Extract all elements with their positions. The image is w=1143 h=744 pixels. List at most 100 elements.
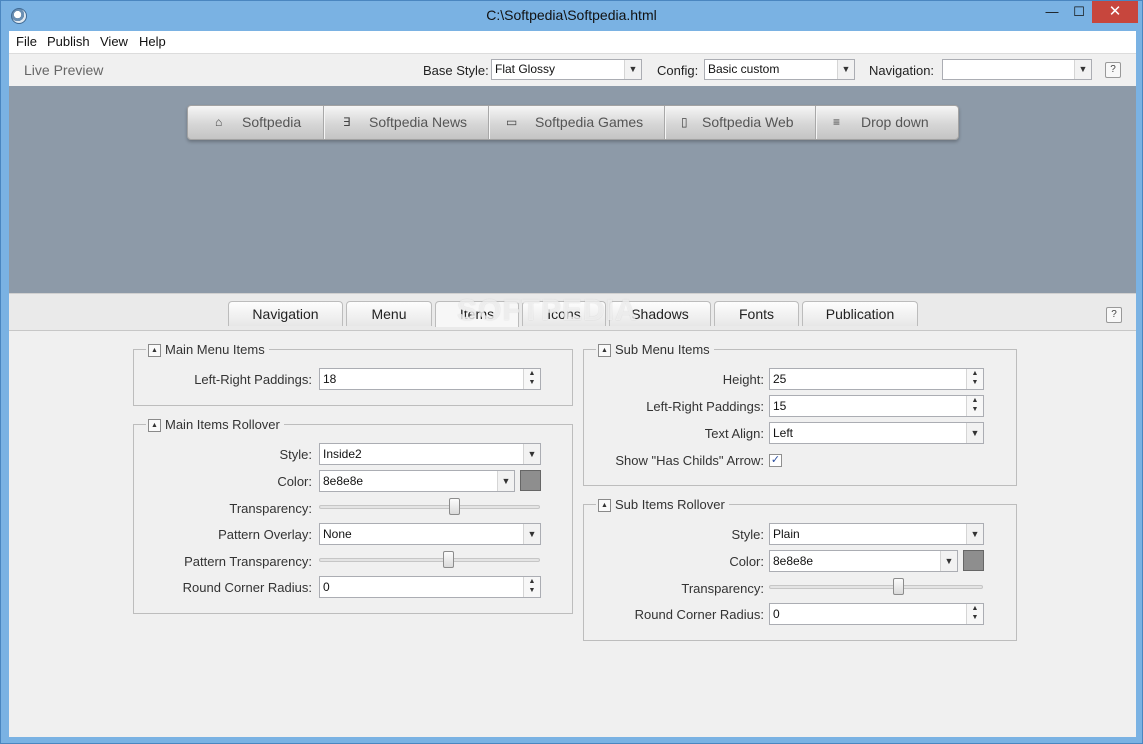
slider-thumb[interactable] <box>443 551 454 568</box>
navigation-select[interactable]: ▼ <box>942 59 1092 80</box>
main-paddings-spinner[interactable]: 18 ▲ ▼ <box>319 368 541 390</box>
main-radius-label: Round Corner Radius: <box>182 580 312 595</box>
chevron-down-icon[interactable]: ▼ <box>624 60 641 79</box>
sub-radius-spinner[interactable]: 0 ▲ ▼ <box>769 603 984 625</box>
main-color-label: Color: <box>277 474 312 489</box>
sub-height-label: Height: <box>722 372 764 387</box>
main-color-select[interactable]: 8e8e8e ▼ <box>319 470 515 492</box>
sub-transparency-label: Transparency: <box>681 581 764 596</box>
nav-item-softpedia-games[interactable]: ▭ Softpedia Games <box>489 106 665 139</box>
group-title-main-menu-items: Main Menu Items <box>165 342 265 357</box>
window-title: C:\Softpedia\Softpedia.html <box>486 7 657 23</box>
main-style-label: Style: <box>279 447 312 462</box>
chevron-down-icon[interactable]: ▼ <box>940 551 957 571</box>
main-transparency-label: Transparency: <box>229 501 312 516</box>
collapse-icon[interactable]: ▲ <box>598 344 611 358</box>
collapse-icon[interactable]: ▲ <box>148 344 161 358</box>
preview-navbar: ⌂ Softpedia ∃ Softpedia News ▭ Softpedia… <box>187 105 959 140</box>
sub-style-label: Style: <box>731 527 764 542</box>
slider-thumb[interactable] <box>449 498 460 515</box>
group-title-sub-menu-items: Sub Menu Items <box>615 342 710 357</box>
slider-thumb[interactable] <box>893 578 904 595</box>
collapse-icon[interactable]: ▲ <box>598 499 611 513</box>
chevron-down-icon[interactable]: ▼ <box>523 444 540 464</box>
sub-style-select[interactable]: Plain ▼ <box>769 523 984 545</box>
monitor-icon: ▭ <box>506 115 518 129</box>
minimize-button[interactable]: — <box>1037 1 1067 23</box>
sub-height-spinner[interactable]: 25 ▲ ▼ <box>769 368 984 390</box>
sub-transparency-slider[interactable] <box>769 578 983 596</box>
tab-bar: Navigation Menu Items Icons Shadows Font… <box>9 294 1136 331</box>
tab-navigation[interactable]: Navigation <box>228 301 343 326</box>
group-title-main-items-rollover: Main Items Rollover <box>165 417 280 432</box>
chevron-down-icon[interactable]: ▼ <box>966 423 983 443</box>
help-button[interactable]: ? <box>1106 307 1122 323</box>
group-title-sub-items-rollover: Sub Items Rollover <box>615 497 725 512</box>
chevron-down-icon[interactable]: ▼ <box>523 524 540 544</box>
title-bar: C:\Softpedia\Softpedia.html — ☐ ✕ <box>1 1 1142 31</box>
nav-item-softpedia[interactable]: ⌂ Softpedia <box>188 106 324 139</box>
chevron-down-icon[interactable]: ▼ <box>837 60 854 79</box>
tab-menu[interactable]: Menu <box>346 301 432 326</box>
sub-color-label: Color: <box>729 554 764 569</box>
menu-view[interactable]: View <box>100 34 128 49</box>
help-button[interactable]: ? <box>1105 62 1121 78</box>
sub-text-align-select[interactable]: Left ▼ <box>769 422 984 444</box>
main-pattern-transparency-slider[interactable] <box>319 551 540 569</box>
spin-arrows-icon[interactable]: ▲ ▼ <box>966 396 983 416</box>
main-pattern-overlay-label: Pattern Overlay: <box>218 527 312 542</box>
base-style-label: Base Style: <box>423 63 489 78</box>
toolbar: Live Preview Base Style: Flat Glossy ▼ C… <box>9 53 1136 86</box>
main-items-rollover-group: ▲ Main Items Rollover Style: Inside2 ▼ Co… <box>133 417 573 614</box>
nav-item-softpedia-web[interactable]: ▯ Softpedia Web <box>665 106 816 139</box>
has-childs-arrow-checkbox[interactable]: ✓ <box>769 454 782 467</box>
maximize-button[interactable]: ☐ <box>1064 1 1094 23</box>
sub-menu-items-group: ▲ Sub Menu Items Height: 25 ▲ ▼ Left-Right… <box>583 342 1017 486</box>
sub-radius-label: Round Corner Radius: <box>634 607 764 622</box>
main-menu-items-group: ▲ Main Menu Items Left-Right Paddings: 18… <box>133 342 573 406</box>
chevron-down-icon[interactable]: ▼ <box>497 471 514 491</box>
sub-color-select[interactable]: 8e8e8e ▼ <box>769 550 958 572</box>
main-radius-spinner[interactable]: 0 ▲ ▼ <box>319 576 541 598</box>
menu-file[interactable]: File <box>16 34 37 49</box>
chevron-down-icon[interactable]: ▼ <box>1074 60 1091 79</box>
menu-publish[interactable]: Publish <box>47 34 90 49</box>
nav-item-drop-down[interactable]: ≡ Drop down <box>816 106 958 139</box>
chevron-down-icon[interactable]: ▼ <box>966 524 983 544</box>
list-icon: ≡ <box>833 115 841 129</box>
main-pattern-transparency-label: Pattern Transparency: <box>184 554 312 569</box>
main-paddings-label: Left-Right Paddings: <box>194 372 312 387</box>
settings-panel: Navigation Menu Items Icons Shadows Font… <box>9 293 1136 737</box>
nav-item-softpedia-news[interactable]: ∃ Softpedia News <box>324 106 489 139</box>
spin-arrows-icon[interactable]: ▲ ▼ <box>966 369 983 389</box>
base-style-select[interactable]: Flat Glossy ▼ <box>491 59 642 80</box>
spin-arrows-icon[interactable]: ▲ ▼ <box>523 577 540 597</box>
tab-fonts[interactable]: Fonts <box>714 301 799 326</box>
config-select[interactable]: Basic custom ▼ <box>704 59 855 80</box>
menu-bar: File Publish View Help <box>9 31 1136 53</box>
sub-text-align-label: Text Align: <box>704 426 764 441</box>
watermark-logo: SOFTPEDIA <box>457 294 638 327</box>
live-preview-label: Live Preview <box>24 62 104 78</box>
mobile-icon: ▯ <box>681 115 688 129</box>
tab-publication[interactable]: Publication <box>802 301 918 326</box>
main-style-select[interactable]: Inside2 ▼ <box>319 443 541 465</box>
close-button[interactable]: ✕ <box>1092 1 1138 23</box>
app-window: C:\Softpedia\Softpedia.html — ☐ ✕ File P… <box>0 0 1143 744</box>
sub-arrow-label: Show "Has Childs" Arrow: <box>615 453 764 468</box>
spin-arrows-icon[interactable]: ▲ ▼ <box>966 604 983 624</box>
config-label: Config: <box>657 63 699 78</box>
sub-paddings-spinner[interactable]: 15 ▲ ▼ <box>769 395 984 417</box>
home-icon: ⌂ <box>215 115 223 129</box>
menu-help[interactable]: Help <box>139 34 166 49</box>
collapse-icon[interactable]: ▲ <box>148 419 161 433</box>
live-preview-area: ⌂ Softpedia ∃ Softpedia News ▭ Softpedia… <box>9 86 1136 293</box>
sub-items-rollover-group: ▲ Sub Items Rollover Style: Plain ▼ Color… <box>583 497 1017 641</box>
sub-paddings-label: Left-Right Paddings: <box>646 399 764 414</box>
main-transparency-slider[interactable] <box>319 498 540 516</box>
main-pattern-overlay-select[interactable]: None ▼ <box>319 523 541 545</box>
sub-color-swatch[interactable] <box>963 550 984 571</box>
main-color-swatch[interactable] <box>520 470 541 491</box>
navigation-label: Navigation: <box>869 63 935 78</box>
spin-arrows-icon[interactable]: ▲ ▼ <box>523 369 540 389</box>
